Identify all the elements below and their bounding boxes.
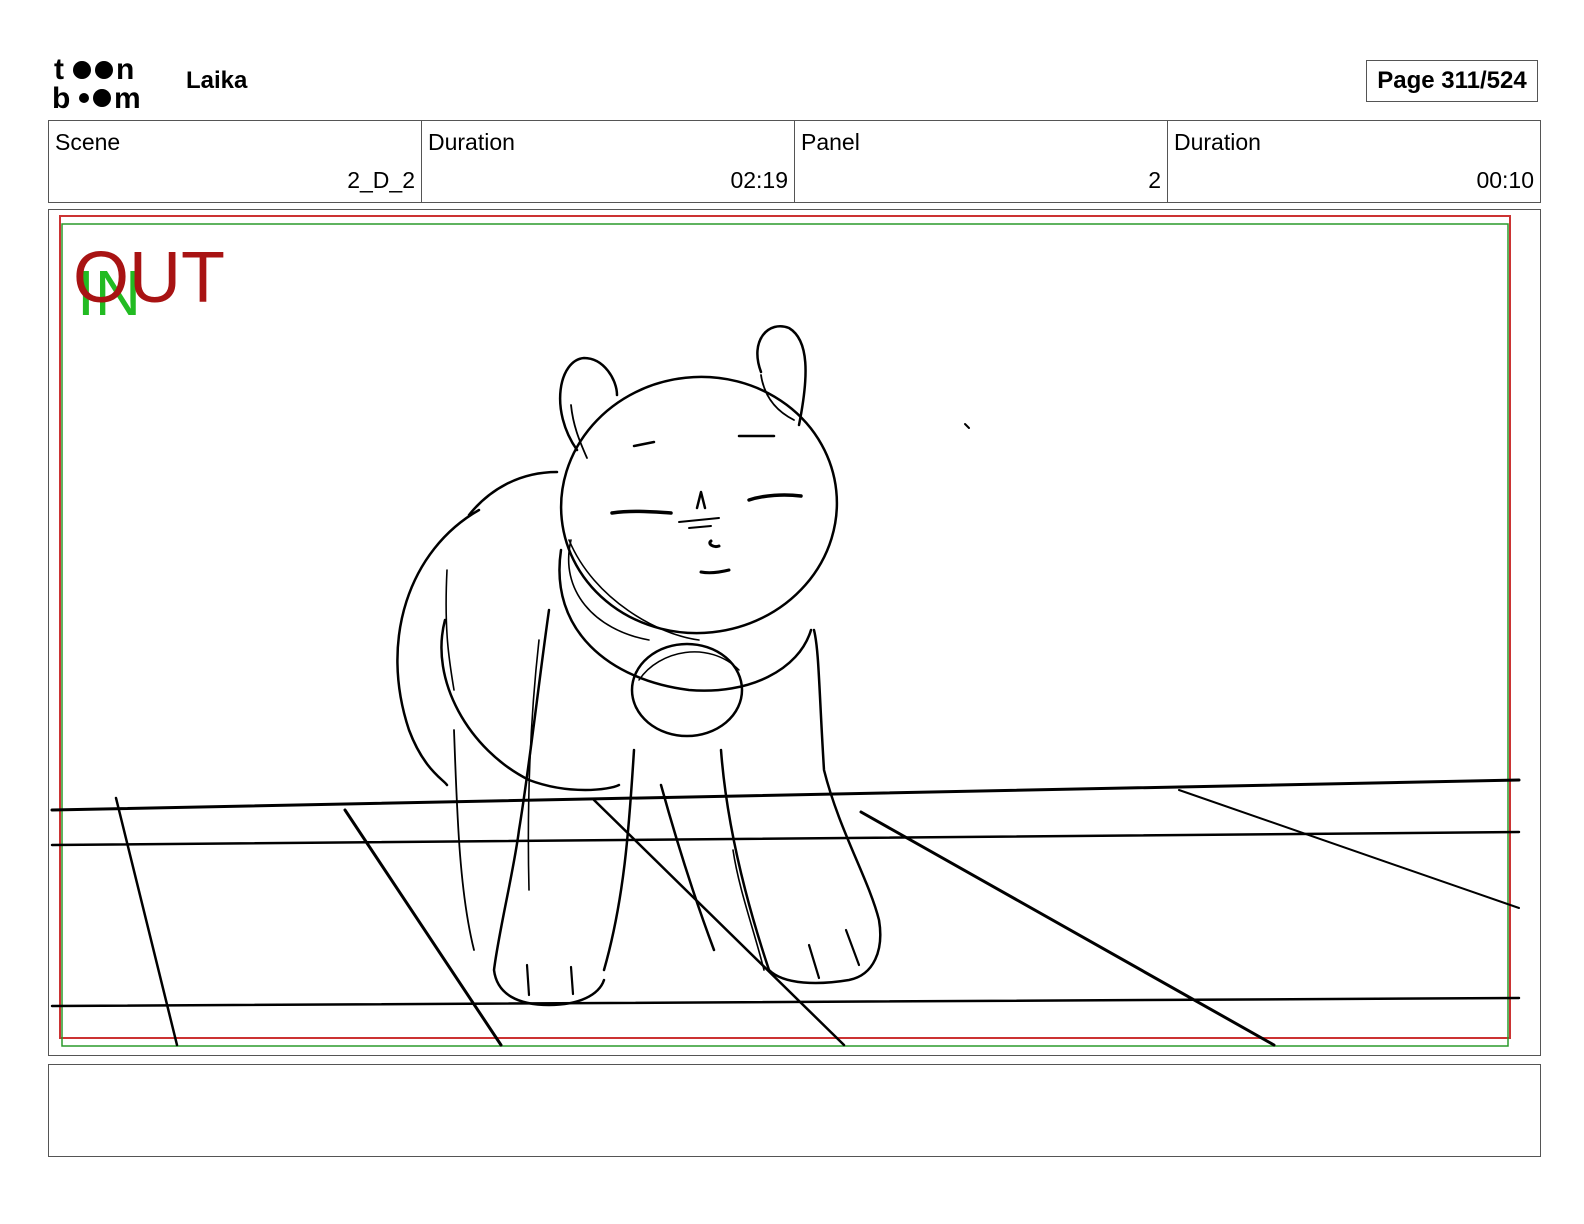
- scene-duration-value: 02:19: [730, 167, 788, 193]
- svg-text:b: b: [52, 82, 70, 110]
- safe-frame-green: [61, 223, 1509, 1047]
- panel-caption-box: [48, 1064, 1541, 1157]
- svg-text:m: m: [114, 82, 141, 110]
- floor-lines: [50, 778, 1521, 1047]
- panel-value: 2: [1148, 167, 1161, 193]
- page-indicator: Page 311/524: [1366, 60, 1538, 102]
- dog-sketch: [396, 325, 970, 1007]
- scene-duration-label: Duration: [428, 129, 515, 155]
- safe-frame-red: [59, 215, 1511, 1039]
- panel-cell: Panel 2: [795, 121, 1168, 202]
- panel-duration-label: Duration: [1174, 129, 1261, 155]
- scene-label: Scene: [55, 129, 121, 155]
- panel-duration-value: 00:10: [1476, 167, 1534, 193]
- panel-label: Panel: [801, 129, 860, 155]
- panel-sketch: IN OUT: [50, 215, 1521, 1047]
- toon-boom-logo-icon: t n b m: [52, 53, 141, 110]
- panel-duration-cell: Duration 00:10: [1168, 121, 1540, 202]
- scene-cell: Scene 2_D_2: [49, 121, 422, 202]
- panel-info-table: Scene 2_D_2 Duration 02:19 Panel 2 Durat…: [48, 120, 1541, 203]
- out-marker: OUT: [73, 238, 225, 318]
- storyboard-panel: IN OUT: [48, 209, 1541, 1056]
- scene-duration-cell: Duration 02:19: [422, 121, 795, 202]
- scene-value: 2_D_2: [347, 167, 415, 193]
- project-title: Laika: [186, 67, 248, 94]
- toon-boom-logo: t n b m: [52, 52, 162, 110]
